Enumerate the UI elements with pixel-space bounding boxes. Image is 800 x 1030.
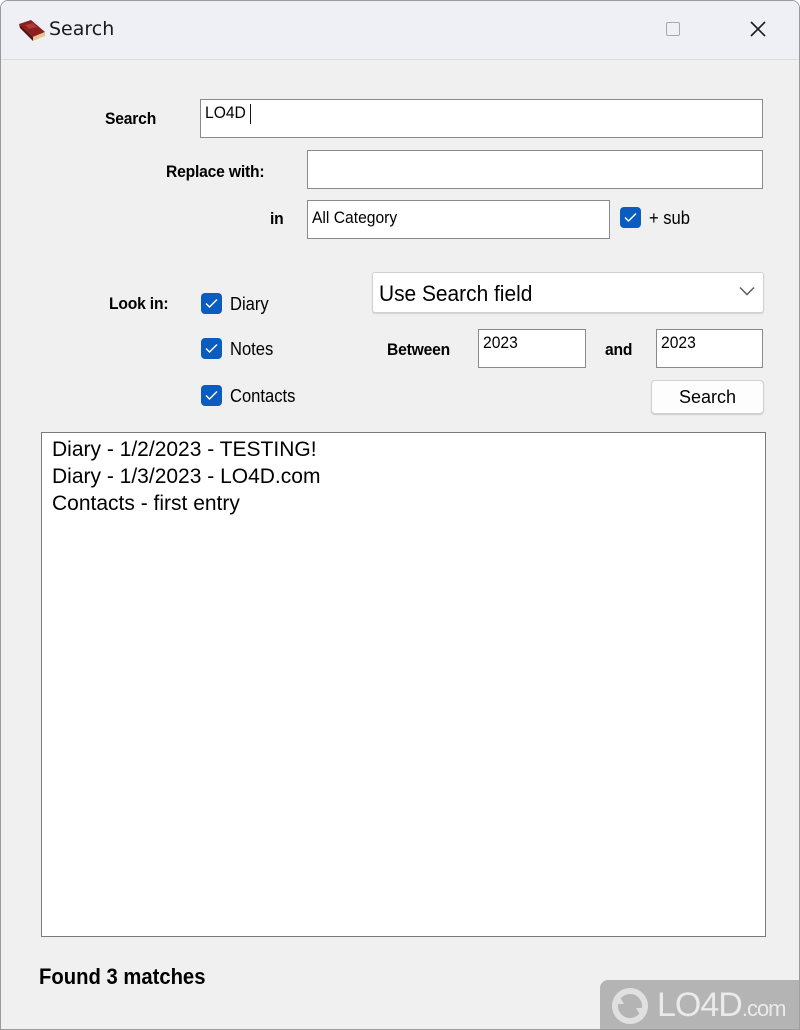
title-bar: Search (1, 1, 799, 60)
close-icon (750, 21, 766, 37)
list-item[interactable]: Contacts - first entry (52, 492, 240, 516)
search-input-value: LO4D (205, 103, 246, 122)
search-mode-value: Use Search field (379, 281, 533, 306)
list-item[interactable]: Diary - 1/2/2023 - TESTING! (52, 438, 317, 462)
category-input[interactable]: All Category (307, 200, 610, 239)
search-dialog: Search Search LO4D Replace with: in All … (0, 0, 800, 1030)
and-label: and (605, 340, 633, 359)
results-list[interactable]: Diary - 1/2/2023 - TESTING! Diary - 1/3/… (41, 432, 766, 937)
watermark-suffix: .com (741, 996, 787, 1021)
chevron-down-icon (739, 287, 755, 296)
checkmark-icon (205, 391, 218, 400)
notes-label: Notes (230, 339, 274, 359)
category-value: All Category (312, 208, 398, 227)
replace-label: Replace with: (166, 162, 265, 181)
year-from-value: 2023 (483, 333, 518, 352)
sub-label: + sub (649, 208, 690, 228)
search-input[interactable]: LO4D (200, 99, 763, 138)
year-from-input[interactable]: 2023 (478, 329, 586, 368)
book-icon (17, 18, 47, 42)
text-caret (250, 103, 252, 124)
between-label: Between (387, 340, 451, 359)
window-title: Search (49, 18, 115, 40)
sub-checkbox[interactable] (620, 207, 641, 228)
maximize-button[interactable] (647, 1, 699, 59)
checkmark-icon (205, 344, 218, 353)
status-text: Found 3 matches (39, 964, 206, 989)
search-button[interactable]: Search (651, 380, 764, 414)
replace-input[interactable] (307, 150, 763, 189)
search-label: Search (105, 109, 157, 128)
checkmark-icon (624, 213, 637, 222)
lo4d-logo-icon (612, 988, 648, 1024)
notes-checkbox[interactable] (201, 338, 222, 359)
watermark-text: LO4D.com (657, 986, 787, 1025)
contacts-checkbox[interactable] (201, 385, 222, 406)
watermark: LO4D.com (600, 980, 800, 1030)
checkmark-icon (205, 299, 218, 308)
look-in-label: Look in: (109, 294, 169, 313)
in-label: in (270, 209, 284, 228)
list-item[interactable]: Diary - 1/3/2023 - LO4D.com (52, 465, 320, 489)
year-to-input[interactable]: 2023 (656, 329, 763, 368)
watermark-main: LO4D (657, 986, 743, 1024)
year-to-value: 2023 (661, 333, 696, 352)
diary-checkbox[interactable] (201, 293, 222, 314)
contacts-label: Contacts (230, 386, 296, 406)
close-button[interactable] (731, 1, 787, 59)
diary-label: Diary (230, 294, 269, 314)
maximize-icon (666, 22, 680, 36)
search-mode-dropdown[interactable]: Use Search field (372, 272, 764, 313)
